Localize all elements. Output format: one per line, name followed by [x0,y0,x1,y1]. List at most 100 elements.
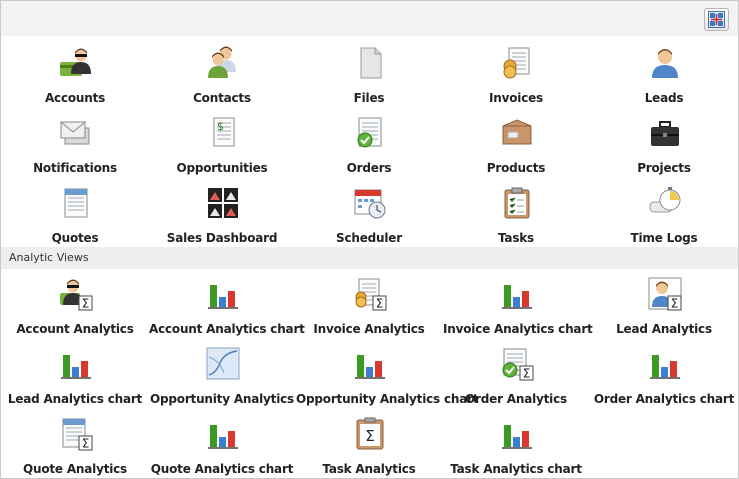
nav-item-label: Invoices [489,91,543,105]
nav-item-order-analytics-chart[interactable]: Order Analytics chart [591,339,737,409]
quote-analytics-icon: Σ [59,417,93,451]
nav-item-label: Notifications [33,161,117,175]
bar-chart-icon [500,277,534,311]
nav-item-label: Opportunity Analytics [150,392,294,406]
nav-item-label: Scheduler [336,231,402,245]
nav-item-label: Projects [637,161,691,175]
clipboard-icon [500,186,534,220]
layout-toggle-button[interactable] [704,8,729,31]
item-row: Notifications $ Opportunities Orders Product… [1,108,738,178]
bar-chart-icon [500,417,534,451]
bar-chart-icon [206,417,240,451]
nav-item-label: Lead Analytics [616,322,712,336]
nav-item-opportunities[interactable]: $ Opportunities [149,108,295,178]
leads-icon [648,46,682,80]
nav-item-lead-analytics-chart[interactable]: Lead Analytics chart [2,339,148,409]
nav-item-invoice-analytics[interactable]: Σ Invoice Analytics [296,269,442,339]
nav-item-files[interactable]: Files [296,38,442,108]
nav-item-label: Orders [346,161,392,175]
svg-text:Σ: Σ [376,297,384,311]
account-analytics-icon: Σ [59,277,93,311]
nav-item-tasks[interactable]: Tasks [443,178,589,248]
nav-item-projects[interactable]: Projects [591,108,737,178]
svg-text:Σ: Σ [671,297,679,311]
opportunities-icon: $ [206,116,240,150]
bar-chart-icon [353,347,387,381]
dashboard-icon [206,186,240,220]
file-icon [353,46,387,80]
item-row: Accounts Contacts Files Invoices Leads [1,38,738,108]
analytic-views-header: Analytic Views [1,247,738,269]
stopwatch-icon [648,186,682,220]
nav-item-label: Products [486,161,546,175]
svg-text:Σ: Σ [523,367,531,381]
bar-chart-icon [648,347,682,381]
nav-item-invoices[interactable]: Invoices [443,38,589,108]
nav-item-label: Task Analytics [322,462,416,476]
nav-item-label: Quote Analytics [22,462,127,476]
svg-text:Σ: Σ [82,297,90,311]
nav-item-quotes[interactable]: Quotes [2,178,148,248]
nav-item-label: Task Analytics chart [450,462,582,476]
nav-item-leads[interactable]: Leads [591,38,737,108]
nav-item-label: Contacts [193,91,251,105]
item-row: Σ Quote Analytics Quote Analytics chart Σ Ta… [1,409,738,478]
nav-item-label: Lead Analytics chart [7,392,143,406]
svg-text:Σ: Σ [365,427,374,445]
nav-item-label: Account Analytics [16,322,134,336]
nav-item-label: Sales Dashboard [166,231,278,245]
nav-item-quote-analytics[interactable]: Σ Quote Analytics [2,409,148,478]
invoice-analytics-icon: Σ [353,277,387,311]
accounts-icon [59,46,93,80]
nav-item-notifications[interactable]: Notifications [2,108,148,178]
orders-icon [353,116,387,150]
nav-item-orders[interactable]: Orders [296,108,442,178]
task-analytics-icon: Σ [353,417,387,451]
box-icon [500,116,534,150]
nav-item-label: Opportunity Analytics chart [296,392,479,406]
item-row: Quotes Sales Dashboard Scheduler Tasks Time … [1,178,738,248]
nav-item-label: Invoice Analytics chart [443,322,593,336]
envelope-icon [59,116,93,150]
svg-text:$: $ [217,120,224,133]
svg-text:Σ: Σ [82,437,90,451]
lead-analytics-icon: Σ [648,277,682,311]
nav-item-time-logs[interactable]: Time Logs [591,178,737,248]
nav-item-scheduler[interactable]: Scheduler [296,178,442,248]
nav-item-label: Files [353,91,385,105]
nav-item-opportunity-analytics[interactable]: Opportunity Analytics [149,339,295,409]
toolbar [1,1,738,36]
item-row: Σ Account Analytics Account Analytics char… [1,269,738,339]
line-graph-icon [206,347,240,381]
nav-item-label: Quote Analytics chart [150,462,294,476]
nav-item-label: Quotes [51,231,99,245]
nav-item-invoice-analytics-chart[interactable]: Invoice Analytics chart [443,269,593,339]
nav-item-account-analytics-chart[interactable]: Account Analytics chart [149,269,305,339]
nav-item-sales-dashboard[interactable]: Sales Dashboard [149,178,295,248]
briefcase-icon [648,116,682,150]
nav-item-label: Leads [644,91,684,105]
navigation-panel: Accounts Contacts Files Invoices Leads Notifi… [0,0,739,479]
nav-item-contacts[interactable]: Contacts [149,38,295,108]
nav-item-accounts[interactable]: Accounts [2,38,148,108]
invoices-icon [500,46,534,80]
layout-toggle-icon [708,11,725,28]
nav-item-label: Invoice Analytics [313,322,425,336]
nav-item-products[interactable]: Products [443,108,589,178]
order-analytics-icon: Σ [500,347,534,381]
nav-item-task-analytics[interactable]: Σ Task Analytics [296,409,442,478]
nav-item-opportunity-analytics-chart[interactable]: Opportunity Analytics chart [296,339,479,409]
calendar-clock-icon [353,186,387,220]
nav-item-account-analytics[interactable]: Σ Account Analytics [2,269,148,339]
nav-item-lead-analytics[interactable]: Σ Lead Analytics [591,269,737,339]
nav-item-task-analytics-chart[interactable]: Task Analytics chart [443,409,589,478]
contacts-icon [206,46,240,80]
quotes-icon [59,186,93,220]
nav-item-label: Order Analytics [465,392,567,406]
bar-chart-icon [206,277,240,311]
nav-item-label: Time Logs [630,231,698,245]
bar-chart-icon [59,347,93,381]
nav-item-quote-analytics-chart[interactable]: Quote Analytics chart [149,409,295,478]
nav-item-label: Tasks [497,231,534,245]
nav-item-order-analytics[interactable]: Σ Order Analytics [443,339,589,409]
